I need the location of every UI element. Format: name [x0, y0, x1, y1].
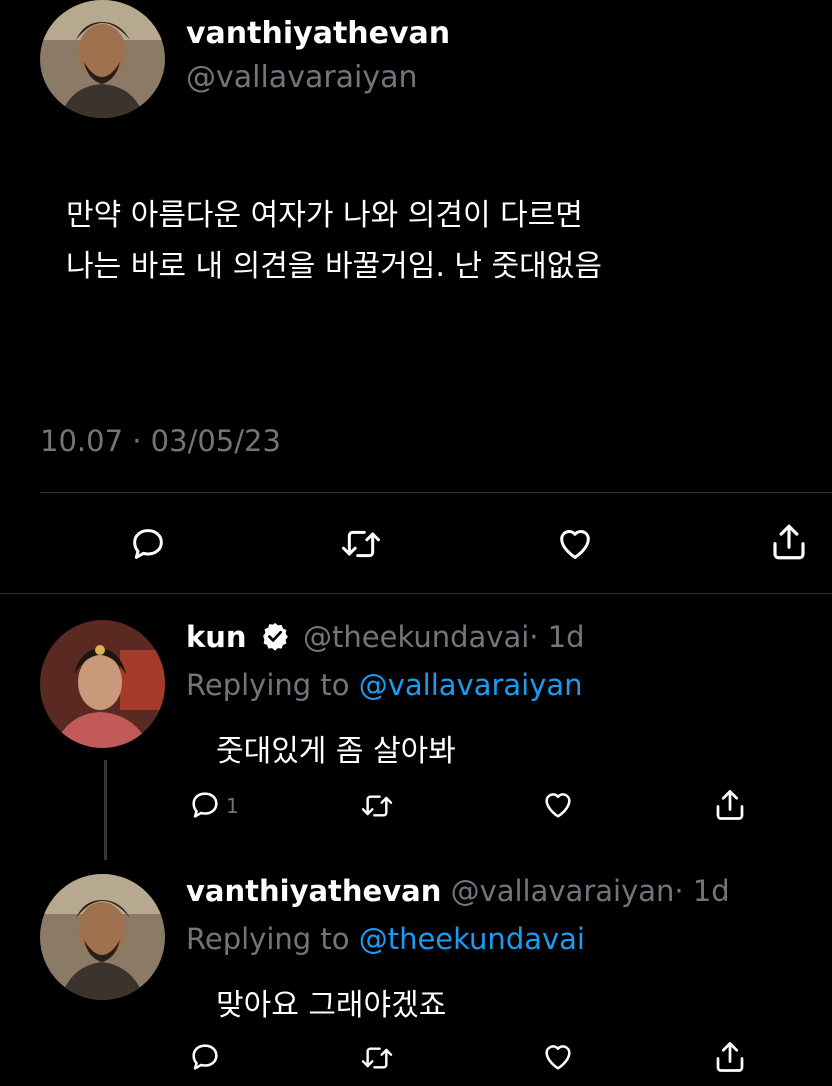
reply-avatar[interactable]: [40, 620, 165, 748]
reply-avatar[interactable]: [40, 874, 165, 1000]
reply-handle[interactable]: @vallavaraiyan: [451, 874, 675, 908]
reply-icon[interactable]: [188, 788, 222, 822]
reply-display-name[interactable]: kun: [186, 620, 247, 654]
reply-time: · 1d: [674, 874, 730, 908]
share-icon[interactable]: [712, 786, 748, 824]
divider: [0, 593, 832, 594]
replying-to-line: Replying to @vallavaraiyan: [186, 668, 583, 702]
tweet-text-line: 만약 아름다운 여자가 나와 의견이 다르면: [66, 198, 583, 233]
reply-display-name[interactable]: vanthiyathevan: [186, 874, 441, 908]
reply-icon[interactable]: [188, 1040, 222, 1074]
reply-text: 줏대있게 좀 살아봐: [216, 734, 456, 769]
verified-badge-icon: [260, 621, 290, 658]
author-avatar[interactable]: [40, 0, 165, 118]
tweet-text-line: 나는 바로 내 의견을 바꿀거임. 난 줏대없음: [66, 249, 602, 284]
reply-icon[interactable]: [128, 524, 168, 564]
retweet-icon[interactable]: [338, 524, 384, 564]
heart-icon[interactable]: [554, 524, 596, 564]
replying-to-prefix: Replying to: [186, 668, 350, 702]
heart-icon[interactable]: [540, 788, 576, 822]
replying-to-line: Replying to @theekundavai: [186, 922, 585, 956]
share-icon[interactable]: [712, 1038, 748, 1076]
reply-count: 1: [226, 794, 239, 818]
retweet-icon[interactable]: [358, 1042, 396, 1074]
tweet-timestamp[interactable]: 10.07 · 03/05/23: [40, 424, 281, 458]
reply-time: · 1d: [529, 620, 585, 654]
reply-handle[interactable]: @theekundavai: [303, 620, 529, 654]
heart-icon[interactable]: [540, 1040, 576, 1074]
thread-line: [104, 760, 107, 860]
author-handle[interactable]: @vallavaraiyan: [186, 60, 418, 95]
reply-text: 맞아요 그래야겠죠: [216, 988, 447, 1023]
reply-header: kun @theekundavai· 1d: [186, 620, 585, 658]
divider: [40, 492, 832, 493]
tweet-text: 만약 아름다운 여자가 나와 의견이 다르면 나는 바로 내 의견을 바꿀거임.…: [66, 190, 602, 292]
replying-to-handle[interactable]: @theekundavai: [359, 922, 585, 956]
retweet-icon[interactable]: [358, 790, 396, 822]
share-icon[interactable]: [768, 520, 810, 564]
author-display-name[interactable]: vanthiyathevan: [186, 16, 450, 51]
replying-to-handle[interactable]: @vallavaraiyan: [359, 668, 583, 702]
replying-to-prefix: Replying to: [186, 922, 350, 956]
reply-header: vanthiyathevan @vallavaraiyan· 1d: [186, 874, 730, 908]
